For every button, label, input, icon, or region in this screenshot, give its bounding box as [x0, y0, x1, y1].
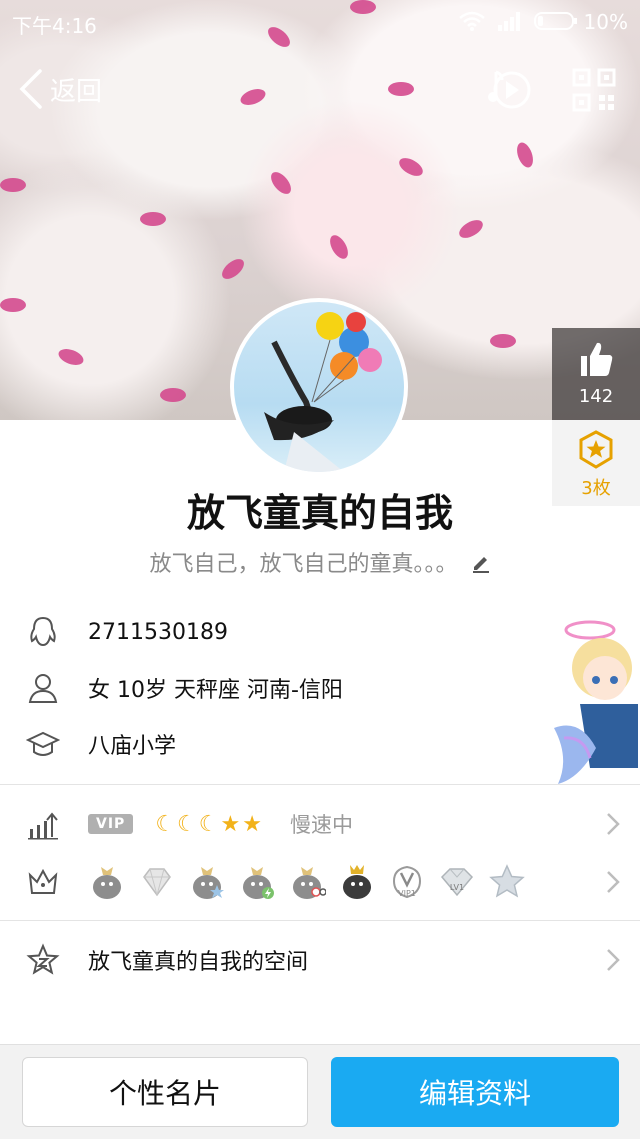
- moon-icon: ☾: [198, 811, 221, 837]
- star-badge-icon: [489, 864, 525, 898]
- profile-card-button[interactable]: 个性名片: [22, 1057, 308, 1127]
- like-count: 142: [578, 386, 614, 407]
- penguin-gold-crown-icon: [343, 865, 371, 899]
- status-bar: 下午4:16 10%: [0, 0, 640, 44]
- chevron-right-icon: [607, 949, 620, 971]
- qq-number-row: 2711530189: [0, 606, 560, 658]
- like-button[interactable]: 142: [552, 328, 640, 420]
- petal-decoration: [267, 168, 295, 198]
- star-icon: ★: [242, 811, 264, 837]
- thumbs-up-icon: [581, 342, 613, 376]
- battery-level: 10%: [583, 10, 628, 34]
- petal-decoration: [140, 212, 166, 226]
- petal-decoration: [396, 154, 426, 180]
- qzone-label: 放飞童真的自我的空间: [88, 950, 309, 975]
- petal-decoration: [326, 232, 352, 262]
- level-icons: ☾☾☾★★: [155, 812, 264, 837]
- chevron-right-icon: [607, 813, 620, 835]
- vip-badge: VIP: [88, 814, 134, 834]
- edit-profile-button[interactable]: 编辑资料: [331, 1057, 619, 1127]
- level-row[interactable]: VIP ☾☾☾★★ 慢速中: [0, 794, 640, 854]
- divider: [0, 920, 640, 921]
- star-icon: ★: [220, 811, 243, 837]
- battery-icon: [534, 12, 577, 30]
- petal-decoration: [456, 216, 486, 242]
- qzone-star-icon: [26, 943, 60, 975]
- personal-info: 女 10岁 天秤座 河南-信阳: [88, 678, 343, 703]
- back-button[interactable]: 返回: [18, 66, 102, 112]
- signal-icon: [498, 12, 520, 31]
- chevron-right-icon: [607, 871, 620, 893]
- level-chart-icon: [28, 812, 58, 840]
- petal-decoration: [490, 334, 516, 348]
- bottom-action-bar: 个性名片 编辑资料: [0, 1044, 640, 1139]
- qr-code-icon[interactable]: [572, 68, 616, 112]
- vip1-badge-text: VIP1: [398, 889, 416, 898]
- penguin-icon: [30, 616, 56, 647]
- avatar[interactable]: [230, 298, 408, 476]
- vip1-icon: VIP1: [392, 865, 422, 899]
- status-time: 下午4:16: [12, 14, 97, 38]
- petal-decoration: [0, 178, 26, 192]
- avatar-image: [264, 312, 382, 472]
- nickname: 放飞童真的自我: [186, 491, 453, 535]
- star-medal-icon: [579, 430, 613, 469]
- moon-icon: ☾: [155, 811, 178, 837]
- lv1-icon: LV1: [440, 868, 474, 897]
- signature-text: 放飞自己，放飞自己的童真。。。: [149, 552, 458, 577]
- qq-number: 2711530189: [88, 619, 228, 645]
- petal-decoration: [238, 85, 268, 109]
- penguin-crown-icon: [93, 867, 121, 899]
- diamond-icon: [143, 868, 171, 897]
- school-row: 八庙小学: [0, 718, 560, 770]
- level-speed: 慢速中: [289, 813, 353, 837]
- petal-decoration: [218, 255, 248, 283]
- graduation-cap-icon: [26, 731, 60, 756]
- petal-decoration: [160, 388, 186, 402]
- character-decoration: [554, 620, 638, 784]
- wifi-icon: [459, 11, 485, 31]
- divider: [0, 784, 640, 785]
- signature-row[interactable]: 放飞自己，放飞自己的童真。。。: [0, 546, 640, 578]
- back-label: 返回: [50, 76, 103, 107]
- crown-icon: [28, 868, 58, 894]
- badges-row[interactable]: VIP1 LV1: [0, 852, 640, 912]
- petal-decoration: [0, 298, 26, 312]
- person-icon: [28, 674, 58, 703]
- penguin-star-icon: [193, 867, 224, 899]
- edit-pencil-icon[interactable]: [471, 553, 491, 573]
- chevron-left-icon: [19, 69, 42, 109]
- penguin-lightning-icon: [243, 867, 274, 899]
- petal-decoration: [56, 345, 86, 369]
- petal-decoration: [513, 140, 537, 170]
- music-icon[interactable]: [486, 66, 534, 114]
- moon-icon: ☾: [177, 811, 199, 837]
- penguin-glasses-icon: [293, 867, 326, 899]
- personal-info-row: 女 10岁 天秤座 河南-信阳: [0, 662, 560, 714]
- school: 八庙小学: [88, 734, 177, 759]
- petal-decoration: [388, 82, 414, 96]
- lv1-badge-text: LV1: [450, 883, 464, 892]
- qzone-row[interactable]: 放飞童真的自我的空间: [0, 930, 640, 990]
